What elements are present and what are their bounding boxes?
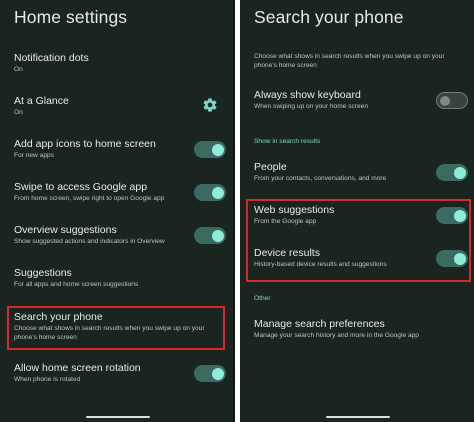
scrollbar-track: [233, 0, 235, 422]
section-header-show-in-results: Show in search results: [254, 138, 321, 145]
setting-subtitle: On: [14, 66, 23, 73]
setting-title: Always show keyboard: [254, 89, 361, 101]
setting-title: Overview suggestions: [14, 224, 117, 236]
setting-title: Allow home screen rotation: [14, 362, 141, 374]
toggle-knob: [211, 143, 224, 156]
home-settings-panel: Home settings Notification dots On At a …: [0, 0, 235, 422]
setting-title: Notification dots: [14, 52, 89, 64]
setting-subtitle: From your contacts, conversations, and m…: [254, 175, 387, 182]
navigation-handle[interactable]: [326, 416, 390, 418]
add-app-icons-toggle[interactable]: [194, 141, 226, 158]
gear-icon[interactable]: [202, 97, 218, 113]
setting-title: Add app icons to home screen: [14, 138, 156, 150]
always-show-keyboard-toggle[interactable]: [436, 92, 468, 109]
setting-title: Swipe to access Google app: [14, 181, 148, 193]
setting-title: Manage search preferences: [254, 318, 385, 330]
setting-subtitle: From home screen, swipe right to open Go…: [14, 195, 165, 202]
setting-subtitle: On: [14, 109, 23, 116]
setting-notification-dots[interactable]: Notification dots On: [0, 52, 235, 78]
setting-subtitle: Show suggested actions and indicators in…: [14, 238, 165, 245]
overview-suggestions-toggle[interactable]: [194, 227, 226, 244]
setting-subtitle: For all apps and home screen suggestions: [14, 281, 139, 288]
page-description: Choose what shows in search results when…: [254, 53, 445, 60]
highlight-box: [246, 199, 471, 282]
page-title: Search your phone: [254, 7, 404, 27]
page-description-line2: phone's home screen: [254, 61, 317, 69]
setting-at-a-glance[interactable]: At a Glance On: [0, 95, 235, 121]
setting-subtitle: For new apps: [14, 152, 54, 159]
swipe-google-app-toggle[interactable]: [194, 184, 226, 201]
page-title: Home settings: [14, 7, 128, 27]
search-your-phone-panel: Search your phone Choose what shows in s…: [240, 0, 474, 422]
navigation-handle[interactable]: [86, 416, 150, 418]
setting-title: Suggestions: [14, 267, 72, 279]
people-toggle[interactable]: [436, 164, 468, 181]
section-header-other: Other: [254, 295, 271, 302]
toggle-knob: [211, 367, 224, 380]
toggle-knob: [440, 95, 450, 106]
setting-title: People: [254, 161, 287, 173]
setting-title: At a Glance: [14, 95, 69, 107]
highlight-box: [7, 306, 225, 350]
setting-subtitle: When swiping up on your home screen: [254, 103, 368, 110]
setting-suggestions[interactable]: Suggestions For all apps and home screen…: [0, 267, 235, 293]
setting-manage-search-preferences[interactable]: Manage search preferences Manage your se…: [240, 318, 474, 344]
toggle-knob: [211, 229, 224, 242]
home-screen-rotation-toggle[interactable]: [194, 365, 226, 382]
toggle-knob: [211, 186, 224, 199]
setting-subtitle: Manage your search history and more in t…: [254, 332, 419, 339]
setting-subtitle: When phone is rotated: [14, 376, 81, 383]
toggle-knob: [453, 166, 466, 179]
